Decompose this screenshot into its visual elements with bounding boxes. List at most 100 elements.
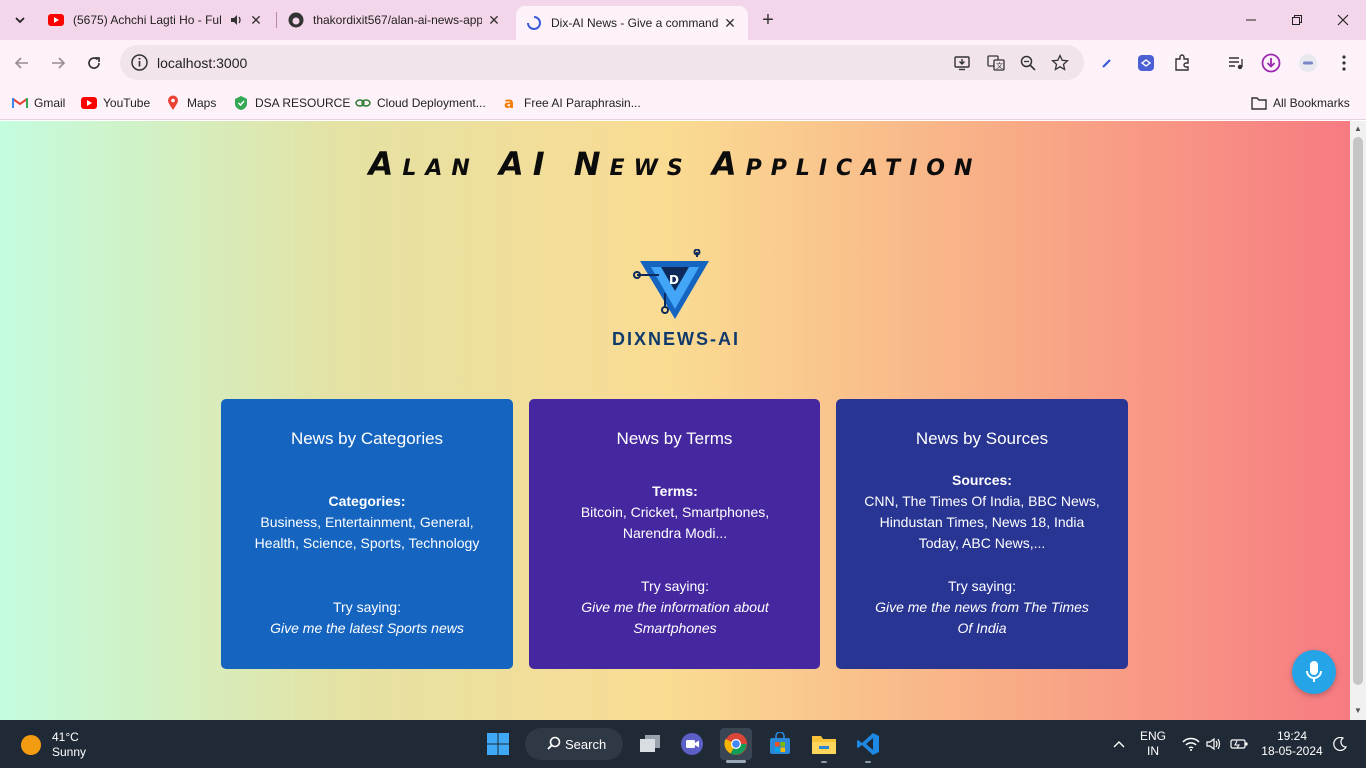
card-info-text: CNN, The Times Of India, BBC News, Hindu… — [864, 493, 1100, 551]
card-try-text: Give me the latest Sports news — [270, 620, 464, 636]
reload-icon — [88, 57, 100, 69]
vpn-extension-icon[interactable] — [1135, 52, 1157, 74]
youtube-icon — [48, 12, 64, 28]
bookmark-label: Cloud Deployment... — [377, 96, 486, 110]
minimize-button[interactable] — [1228, 0, 1274, 40]
card-heading: News by Categories — [290, 429, 444, 448]
bookmark-label: All Bookmarks — [1273, 96, 1350, 110]
notification-button[interactable] — [1330, 720, 1350, 768]
card-categories[interactable]: News by Categories Categories: Business,… — [221, 399, 513, 669]
speaker-icon[interactable] — [228, 12, 244, 28]
scroll-down-arrow-icon[interactable]: ▼ — [1353, 706, 1363, 716]
volume-status[interactable] — [1204, 720, 1224, 768]
scrollbar-thumb[interactable] — [1353, 137, 1363, 685]
back-button[interactable] — [8, 49, 36, 77]
svg-text:D: D — [669, 273, 679, 287]
close-window-button[interactable] — [1320, 0, 1366, 40]
install-app-icon[interactable] — [952, 53, 972, 73]
bookmark-cloud-deployment[interactable]: Cloud Deployment... — [355, 93, 486, 113]
language-indicator[interactable]: ENG IN — [1136, 720, 1170, 768]
card-try-label: Try saying: — [333, 599, 401, 615]
close-tab-icon[interactable]: ✕ — [722, 15, 738, 31]
chevron-down-icon — [15, 17, 25, 24]
url-text[interactable]: localhost:3000 — [157, 55, 247, 71]
download-icon[interactable] — [1260, 52, 1282, 74]
network-status[interactable] — [1180, 720, 1202, 768]
restore-button[interactable] — [1274, 0, 1320, 40]
meet-app-button[interactable] — [676, 728, 708, 760]
all-bookmarks-button[interactable]: All Bookmarks — [1251, 93, 1350, 113]
battery-status[interactable] — [1228, 720, 1250, 768]
tab-divider — [276, 12, 277, 28]
bookmark-label: Free AI Paraphrasin... — [524, 96, 641, 110]
tab-youtube[interactable]: (5675) Achchi Lagti Ho - Full ✕ — [38, 4, 274, 36]
weather-widget[interactable]: 41°C Sunny — [20, 730, 86, 760]
task-view-button[interactable] — [634, 728, 666, 760]
arrow-right-icon — [52, 57, 66, 69]
tab-strip: (5675) Achchi Lagti Ho - Full ✕ thakordi… — [0, 0, 1366, 40]
bookmark-youtube[interactable]: YouTube — [81, 93, 150, 113]
speaker-icon — [1206, 737, 1221, 751]
file-explorer-button[interactable] — [808, 728, 840, 760]
task-view-icon — [640, 735, 660, 752]
card-info-label: Categories: — [328, 493, 406, 509]
bookmark-gmail[interactable]: Gmail — [12, 93, 65, 113]
tab-title: (5675) Achchi Lagti Ho - Full — [73, 13, 222, 27]
reload-button[interactable] — [80, 49, 108, 77]
card-info-label: Sources: — [952, 472, 1012, 488]
close-icon — [1337, 14, 1349, 26]
bookmark-paraphraser[interactable]: a Free AI Paraphrasin... — [502, 93, 641, 113]
link-icon — [355, 95, 371, 111]
vscode-icon — [857, 733, 879, 755]
address-bar[interactable]: localhost:3000 文 — [120, 45, 1084, 80]
new-tab-button[interactable]: + — [756, 8, 780, 32]
chevron-up-icon — [1113, 741, 1125, 748]
bookmark-maps[interactable]: Maps — [165, 93, 216, 113]
tab-github[interactable]: thakordixit567/alan-ai-news-app ✕ — [278, 4, 512, 36]
card-info-text: Bitcoin, Cricket, Smartphones, Narendra … — [580, 504, 770, 541]
store-app-button[interactable] — [764, 728, 796, 760]
close-tab-icon[interactable]: ✕ — [486, 12, 502, 28]
voice-assistant-button[interactable] — [1292, 650, 1336, 694]
profile-avatar-icon[interactable] — [1297, 52, 1319, 74]
battery-icon — [1230, 739, 1248, 749]
card-info-text: Business, Entertainment, General, Health… — [254, 514, 480, 551]
bookmark-star-icon[interactable] — [1050, 53, 1070, 73]
card-sources[interactable]: News by Sources Sources: CNN, The Times … — [836, 399, 1128, 669]
chrome-app-button[interactable] — [720, 728, 752, 760]
wifi-icon — [1182, 737, 1200, 751]
loading-icon — [526, 15, 542, 31]
translate-icon[interactable]: 文 — [986, 53, 1006, 73]
vscode-app-button[interactable] — [852, 728, 884, 760]
clock-date: 18-05-2024 — [1261, 744, 1323, 758]
tab-search-button[interactable] — [6, 6, 34, 34]
scroll-up-arrow-icon[interactable]: ▲ — [1353, 124, 1363, 134]
paraphrase-icon: a — [502, 95, 518, 111]
forward-button[interactable] — [44, 49, 72, 77]
taskbar-search[interactable]: Search — [525, 728, 623, 760]
card-heading: News by Sources — [915, 429, 1049, 448]
extensions-icon[interactable] — [1171, 52, 1193, 74]
page-scrollbar[interactable]: ▲ ▼ — [1350, 121, 1366, 720]
bookmark-dsa-resource[interactable]: DSA RESOURCE — [233, 93, 350, 113]
clock-time: 19:24 — [1276, 729, 1308, 743]
github-icon — [288, 12, 304, 28]
start-button[interactable] — [482, 728, 514, 760]
logo-text: DIXNEWS-AI — [612, 329, 740, 349]
info-icon[interactable] — [130, 53, 149, 72]
region-code: IN — [1147, 744, 1159, 758]
pen-extension-icon[interactable] — [1096, 52, 1118, 74]
page-title: Alan AI News Application — [368, 145, 982, 183]
card-terms[interactable]: News by Terms Terms: Bitcoin, Cricket, S… — [529, 399, 820, 669]
tab-title: thakordixit567/alan-ai-news-app — [313, 13, 482, 27]
svg-text:文: 文 — [996, 61, 1003, 70]
media-control-icon[interactable] — [1225, 52, 1247, 74]
tab-dix-ai-news[interactable]: Dix-AI News - Give a command ✕ — [516, 6, 748, 40]
restore-icon — [1292, 15, 1302, 25]
show-hidden-icons-button[interactable] — [1106, 720, 1132, 768]
zoom-icon[interactable] — [1018, 53, 1038, 73]
close-tab-icon[interactable]: ✕ — [248, 12, 264, 28]
menu-icon[interactable] — [1333, 52, 1355, 74]
clock[interactable]: 19:24 18-05-2024 — [1256, 720, 1328, 768]
card-try-label: Try saying: — [641, 578, 709, 594]
